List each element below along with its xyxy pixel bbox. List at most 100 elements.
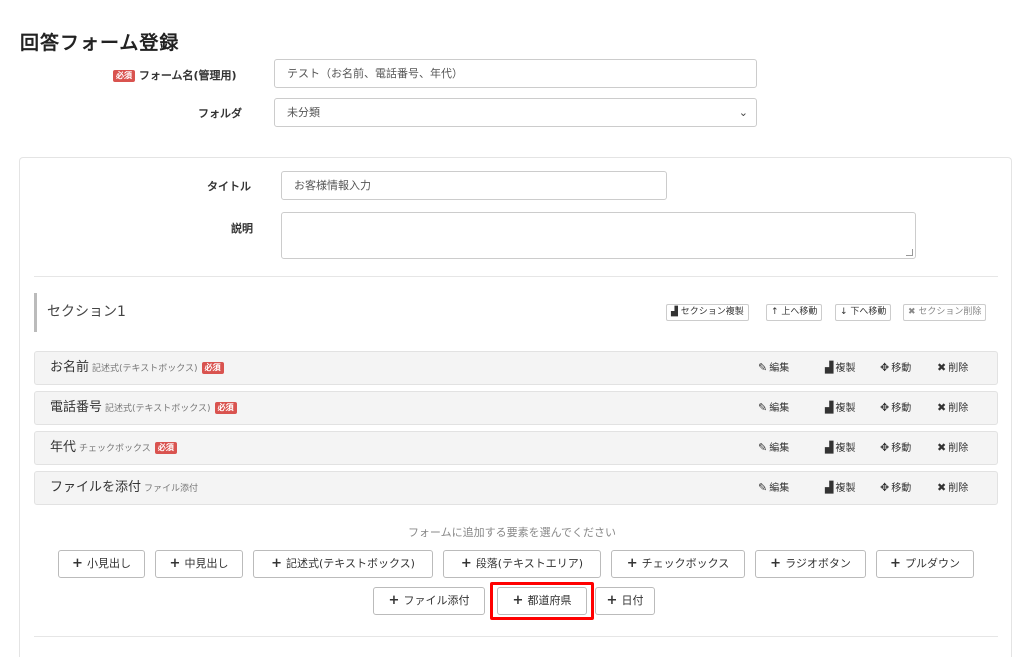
add-prefecture-label: 都道府県: [527, 594, 572, 607]
pencil-icon: ✎: [758, 361, 768, 374]
move-section-up-button[interactable]: ↑ 上へ移動: [766, 304, 823, 321]
plus-icon: +: [626, 556, 638, 571]
delete-button[interactable]: ✖ 削除: [937, 432, 968, 465]
edit-button[interactable]: ✎ 編集: [758, 432, 789, 465]
edit-label: 編集: [769, 363, 790, 374]
duplicate-section-button[interactable]: ▟ セクション複製: [666, 304, 749, 321]
copy-label: 複製: [835, 403, 856, 414]
folder-select[interactable]: 未分類 ⌄: [274, 98, 757, 127]
add-pulldown-button[interactable]: + プルダウン: [876, 550, 974, 578]
add-textbox-label: 記述式(テキストボックス): [285, 557, 415, 570]
move-icon: ✥: [880, 481, 890, 494]
description-textarea[interactable]: [281, 212, 916, 259]
plus-icon: +: [606, 593, 618, 608]
move-button[interactable]: ✥ 移動: [880, 392, 911, 425]
close-icon: ✖: [937, 441, 947, 454]
delete-section-button[interactable]: ✖ セクション削除: [903, 304, 987, 321]
folder-select-value: 未分類: [287, 106, 320, 119]
item-row[interactable]: 年代 チェックボックス 必須 ✎ 編集 ▟ 複製 ✥ 移動 ✖ 削除: [34, 431, 998, 465]
move-button[interactable]: ✥ 移動: [880, 352, 911, 385]
move-icon: ✥: [880, 361, 890, 374]
add-textbox-button[interactable]: + 記述式(テキストボックス): [253, 550, 433, 578]
folder-label: フォルダ: [198, 107, 242, 120]
delete-button[interactable]: ✖ 削除: [937, 352, 968, 385]
add-checkbox-button[interactable]: + チェックボックス: [611, 550, 745, 578]
form-name-input[interactable]: テスト（お名前、電話番号、年代）: [274, 59, 757, 88]
add-prefecture-button[interactable]: + 都道府県: [497, 587, 587, 615]
plus-icon: +: [770, 556, 782, 571]
add-textarea-label: 段落(テキストエリア): [475, 557, 584, 570]
copy-icon: ▟: [671, 307, 678, 317]
required-badge: 必須: [214, 401, 237, 414]
add-small-heading-button[interactable]: + 小見出し: [58, 550, 145, 578]
form-name-label: フォーム名(管理用): [138, 69, 237, 82]
add-file-button[interactable]: + ファイル添付: [373, 587, 485, 615]
delete-button[interactable]: ✖ 削除: [937, 472, 968, 505]
item-title: ファイルを添付: [50, 480, 142, 495]
description-label: 説明: [231, 222, 253, 235]
item-title: 年代: [50, 440, 77, 455]
add-date-label: 日付: [621, 594, 644, 607]
copy-button[interactable]: ▟ 複製: [825, 432, 855, 465]
plus-icon: +: [460, 556, 472, 571]
edit-button[interactable]: ✎ 編集: [758, 392, 789, 425]
add-radio-button[interactable]: + ラジオボタン: [755, 550, 866, 578]
item-row[interactable]: ファイルを添付 ファイル添付 ✎ 編集 ▟ 複製 ✥ 移動 ✖ 削除: [34, 471, 998, 505]
add-medium-heading-button[interactable]: + 中見出し: [155, 550, 243, 578]
form-name-label-group: 必須 フォーム名(管理用): [113, 67, 237, 83]
close-icon: ✖: [908, 307, 916, 317]
plus-icon: +: [271, 556, 282, 571]
page-title: 回答フォーム登録: [20, 32, 180, 54]
item-title-group: 年代 チェックボックス 必須: [50, 432, 177, 465]
close-icon: ✖: [937, 481, 947, 494]
add-element-hint: フォームに追加する要素を選んでください: [407, 526, 617, 539]
move-label: 移動: [891, 443, 912, 454]
copy-icon: ▟: [825, 441, 834, 454]
title-label: タイトル: [207, 180, 251, 193]
copy-icon: ▟: [825, 481, 834, 494]
plus-icon: +: [388, 593, 400, 608]
plus-icon: +: [72, 556, 83, 571]
plus-icon: +: [512, 593, 524, 608]
add-pulldown-label: プルダウン: [904, 557, 960, 570]
copy-button[interactable]: ▟ 複製: [825, 472, 855, 505]
add-date-button[interactable]: + 日付: [595, 587, 655, 615]
resize-grip-icon[interactable]: [906, 249, 913, 256]
copy-label: 複製: [835, 363, 856, 374]
edit-label: 編集: [769, 403, 790, 414]
delete-button[interactable]: ✖ 削除: [937, 392, 968, 425]
item-title: お名前: [50, 360, 90, 375]
item-type: 記述式(テキストボックス): [105, 404, 211, 414]
delete-label: 削除: [948, 363, 969, 374]
divider: [34, 636, 998, 637]
add-textarea-button[interactable]: + 段落(テキストエリア): [443, 550, 601, 578]
edit-label: 編集: [769, 443, 790, 454]
copy-icon: ▟: [825, 361, 834, 374]
item-type: チェックボックス: [79, 444, 151, 454]
move-button[interactable]: ✥ 移動: [880, 432, 911, 465]
edit-label: 編集: [769, 483, 790, 494]
add-checkbox-label: チェックボックス: [641, 557, 730, 570]
item-type: ファイル添付: [144, 484, 199, 494]
pencil-icon: ✎: [758, 401, 768, 414]
pencil-icon: ✎: [758, 441, 768, 454]
copy-label: 複製: [835, 443, 856, 454]
add-small-heading-label: 小見出し: [86, 557, 131, 570]
edit-button[interactable]: ✎ 編集: [758, 472, 789, 505]
move-up-label: 上へ移動: [781, 307, 818, 317]
item-type: 記述式(テキストボックス): [92, 364, 198, 374]
item-title: 電話番号: [50, 400, 103, 415]
copy-button[interactable]: ▟ 複製: [825, 392, 855, 425]
edit-button[interactable]: ✎ 編集: [758, 352, 789, 385]
duplicate-section-label: セクション複製: [680, 307, 744, 317]
move-icon: ✥: [880, 401, 890, 414]
arrow-up-icon: ↑: [771, 307, 779, 317]
move-button[interactable]: ✥ 移動: [880, 472, 911, 505]
item-title-group: お名前 記述式(テキストボックス) 必須: [50, 352, 224, 385]
title-input[interactable]: お客様情報入力: [281, 171, 667, 200]
move-section-down-button[interactable]: ↓ 下へ移動: [835, 304, 892, 321]
item-row[interactable]: お名前 記述式(テキストボックス) 必須 ✎ 編集 ▟ 複製 ✥ 移動 ✖ 削除: [34, 351, 998, 385]
item-row[interactable]: 電話番号 記述式(テキストボックス) 必須 ✎ 編集 ▟ 複製 ✥ 移動 ✖ 削除: [34, 391, 998, 425]
plus-icon: +: [169, 556, 181, 571]
copy-button[interactable]: ▟ 複製: [825, 352, 855, 385]
